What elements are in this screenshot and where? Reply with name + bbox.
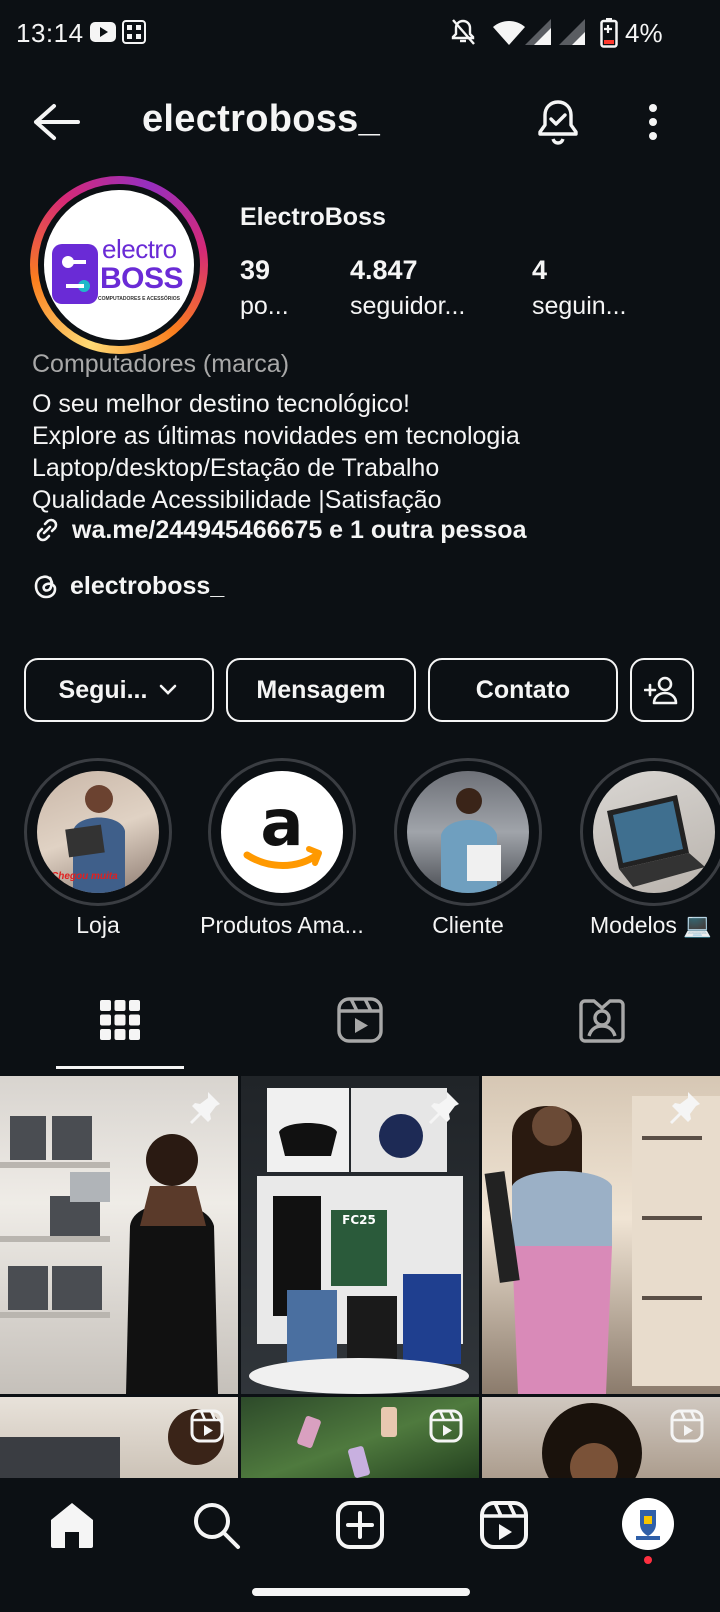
home-icon[interactable] [47, 1500, 97, 1550]
battery-level: 4% [625, 18, 663, 48]
back-arrow-icon[interactable] [30, 100, 80, 144]
highlight-label-produtos[interactable]: Produtos Ama... [186, 912, 378, 939]
bio-line: Explore as últimas novidades em tecnolog… [32, 422, 520, 450]
own-profile-avatar[interactable] [622, 1498, 674, 1550]
more-options-icon[interactable] [645, 102, 661, 146]
laptop-photo-image [607, 795, 705, 887]
chevron-down-icon [160, 684, 177, 695]
fc25-label: FC25 [342, 1213, 376, 1227]
reel-icon [670, 1409, 704, 1443]
posts-count[interactable]: 39 [240, 255, 270, 286]
search-icon[interactable] [191, 1500, 241, 1550]
create-post-icon[interactable] [335, 1500, 385, 1550]
brand-logo: electro BOSS COMPUTADORES E ACESSÓRIOS [44, 190, 194, 340]
reel-icon [190, 1409, 224, 1443]
following-label[interactable]: seguin... [532, 292, 627, 321]
highlight-cliente-image [407, 771, 529, 893]
bio-line: Qualidade Acessibilidade |Satisfação [32, 486, 442, 514]
notification-bell-icon[interactable] [536, 98, 580, 146]
profile-category: Computadores (marca) [32, 350, 290, 378]
profile-avatar[interactable]: electro BOSS COMPUTADORES E ACESSÓRIOS [30, 176, 208, 354]
reels-tab-icon[interactable] [336, 996, 384, 1044]
followers-label[interactable]: seguidor... [350, 292, 465, 321]
profile-username: electroboss_ [142, 98, 381, 140]
youtube-icon [90, 22, 116, 42]
bio-line: Laptop/desktop/Estação de Trabalho [32, 454, 440, 482]
notification-dot [644, 1556, 652, 1564]
highlight-modelos[interactable] [580, 758, 720, 906]
bio-link-text[interactable]: wa.me/244945466675 e 1 outra pessoa [72, 516, 526, 545]
active-tab-indicator [56, 1066, 184, 1069]
signal-icon-2 [559, 19, 585, 45]
mute-bell-icon [451, 19, 475, 45]
highlight-label-modelos[interactable]: Modelos 💻 [580, 912, 720, 939]
following-button[interactable]: Segui... [24, 658, 214, 722]
contact-button-label: Contato [475, 675, 571, 704]
bio-link[interactable]: wa.me/244945466675 e 1 outra pessoa [32, 512, 526, 548]
highlight-produtos-amazon[interactable]: a [208, 758, 356, 906]
add-person-icon [644, 676, 678, 705]
threads-badge[interactable]: electroboss_ [32, 568, 224, 604]
logo-text-electro: electro [102, 234, 177, 264]
grid-post-3[interactable] [482, 1076, 720, 1394]
highlight-loja[interactable]: Chegou muita [24, 758, 172, 906]
gesture-home-bar[interactable] [252, 1588, 470, 1596]
grid-post-6[interactable] [482, 1397, 720, 1487]
link-icon [36, 518, 58, 542]
user-avatar-image [636, 1510, 660, 1540]
pinned-icon [670, 1092, 700, 1124]
threads-username[interactable]: electroboss_ [70, 572, 224, 601]
pinned-icon [190, 1092, 220, 1124]
reels-icon[interactable] [479, 1500, 529, 1550]
contact-button[interactable]: Contato [428, 658, 618, 722]
posts-label[interactable]: po... [240, 292, 289, 321]
grid-post-4[interactable] [0, 1397, 238, 1487]
tagged-tab-icon[interactable] [578, 996, 626, 1044]
following-button-label: Segui... [58, 675, 148, 704]
highlight-amazon-image: a [221, 771, 343, 893]
message-button-label: Mensagem [256, 675, 386, 704]
reel-icon [429, 1409, 463, 1443]
threads-icon [34, 575, 57, 599]
logo-tagline: COMPUTADORES E ACESSÓRIOS [98, 296, 180, 302]
battery-icon [600, 18, 618, 48]
customer-photo-image [441, 788, 501, 893]
grid-tab-icon[interactable] [96, 996, 144, 1044]
svg-text:a: a [260, 787, 303, 861]
status-bar: 13:14 4% [0, 0, 720, 68]
grid-post-1[interactable] [0, 1076, 238, 1394]
grid-post-2[interactable]: FC25 [241, 1076, 479, 1394]
display-name: ElectroBoss [240, 203, 386, 231]
highlight-loja-caption: Chegou muita [51, 871, 118, 882]
qr-icon [122, 20, 146, 44]
bio-line: O seu melhor destino tecnológico! [32, 390, 410, 418]
wifi-icon [493, 21, 525, 45]
pinned-icon [429, 1092, 459, 1124]
highlight-loja-image: Chegou muita [37, 771, 159, 893]
highlight-label-cliente[interactable]: Cliente [394, 912, 542, 939]
followers-count[interactable]: 4.847 [350, 255, 418, 286]
highlight-cliente[interactable] [394, 758, 542, 906]
signal-icon-1 [525, 19, 551, 45]
suggest-user-button[interactable] [630, 658, 694, 722]
clock: 13:14 [16, 18, 84, 48]
grid-post-5[interactable] [241, 1397, 479, 1487]
highlight-label-loja[interactable]: Loja [24, 912, 172, 939]
logo-text-boss: BOSS [100, 262, 184, 295]
message-button[interactable]: Mensagem [226, 658, 416, 722]
highlight-modelos-image [593, 771, 715, 893]
following-count[interactable]: 4 [532, 255, 547, 286]
amazon-logo-icon: a [243, 787, 322, 869]
